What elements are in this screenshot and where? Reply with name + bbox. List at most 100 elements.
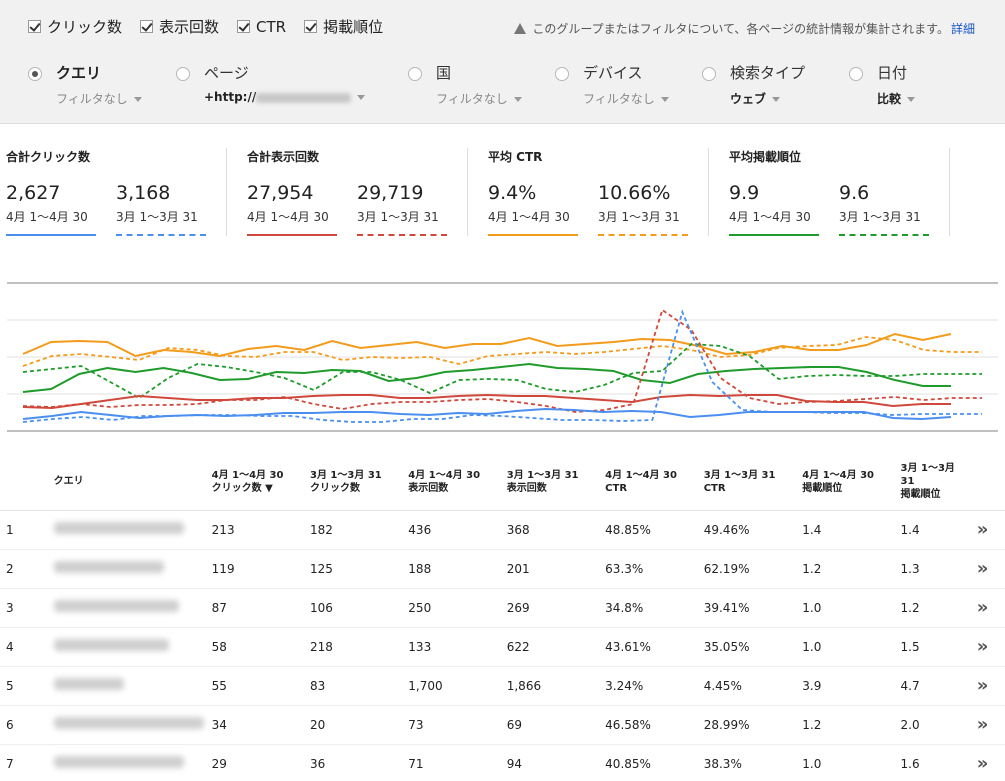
info-details-link[interactable]: 詳細 bbox=[951, 20, 975, 37]
prev-ctr-column-header[interactable]: 3月 1～3月 31 CTR bbox=[699, 454, 799, 511]
total-clicks-card[interactable]: 合計クリック数 2,627 4月 1～4月 30 3,168 3月 1～3月 3… bbox=[0, 138, 226, 236]
current-legend-line bbox=[729, 234, 819, 236]
cur-impressions-column-header[interactable]: 4月 1～4月 30 表示回数 bbox=[404, 454, 503, 511]
header-date: 3月 1～3月 31 bbox=[900, 463, 955, 488]
prev-clicks-column-header[interactable]: 3月 1～3月 31 クリック数 bbox=[305, 454, 405, 511]
average-ctr-card[interactable]: 平均 CTR 9.4% 4月 1～4月 30 10.66% 3月 1～3月 31 bbox=[482, 138, 708, 236]
caret-down-icon bbox=[133, 97, 142, 102]
cur-clicks-column-header[interactable]: 4月 1～4月 30 クリック数 ▼ bbox=[207, 454, 306, 511]
double-chevron-right-icon: » bbox=[976, 753, 989, 774]
metric-cell-cur-clicks: 58 bbox=[207, 627, 306, 667]
checkbox-checked-icon bbox=[140, 20, 154, 33]
filter-text: フィルタなし bbox=[583, 92, 655, 106]
total-current-value: 9.9 bbox=[729, 182, 760, 204]
prev-impressions-column-header[interactable]: 3月 1～3月 31 表示回数 bbox=[502, 454, 602, 511]
blurred-query-text bbox=[53, 522, 184, 534]
performance-line-chart[interactable] bbox=[7, 282, 998, 432]
chart-series-line bbox=[22, 407, 952, 421]
header-label: CTR bbox=[605, 482, 628, 494]
table-row[interactable]: 3 87 106 250 269 34.8% 39.41% 1.0 1.2 » bbox=[0, 588, 1005, 628]
row-action-button[interactable]: » bbox=[960, 666, 1005, 706]
query-cell[interactable] bbox=[49, 744, 208, 781]
radio-icon bbox=[702, 67, 716, 81]
table-row[interactable]: 7 29 36 71 94 40.85% 38.3% 1.0 1.6 » bbox=[0, 744, 1005, 781]
metric-cell-prev-pos: 1.6 bbox=[896, 744, 961, 781]
dimension-date-filter[interactable]: 比較 bbox=[877, 90, 916, 107]
dimension-search-type-filter[interactable]: ウェブ bbox=[730, 90, 781, 107]
impressions-checkbox[interactable]: 表示回数 bbox=[140, 16, 219, 37]
total-title: 合計クリック数 bbox=[6, 150, 91, 164]
metric-cell-cur-impr: 73 bbox=[404, 705, 503, 745]
metric-cell-prev-clicks: 83 bbox=[305, 666, 405, 706]
blurred-query-text bbox=[53, 756, 184, 768]
cur-position-column-header[interactable]: 4月 1～4月 30 掲載順位 bbox=[798, 454, 897, 511]
table-row[interactable]: 4 58 218 133 622 43.61% 35.05% 1.0 1.5 » bbox=[0, 627, 1005, 667]
row-action-button[interactable]: » bbox=[960, 588, 1005, 628]
row-action-button[interactable]: » bbox=[960, 705, 1005, 745]
header-date: 4月 1～4月 30 bbox=[408, 469, 481, 481]
metric-cell-cur-pos: 1.0 bbox=[798, 588, 897, 628]
average-position-card[interactable]: 平均掲載順位 9.9 4月 1～4月 30 9.6 3月 1～3月 31 bbox=[723, 138, 949, 236]
header-label: CTR bbox=[703, 482, 726, 494]
query-cell[interactable] bbox=[49, 588, 208, 628]
row-action-button[interactable]: » bbox=[960, 549, 1005, 589]
ctr-checkbox[interactable]: CTR bbox=[237, 16, 286, 37]
blurred-query-text bbox=[53, 678, 124, 690]
prev-position-column-header[interactable]: 3月 1～3月 31 掲載順位 bbox=[896, 454, 961, 511]
caret-down-icon bbox=[907, 97, 916, 102]
previous-legend-line bbox=[839, 234, 929, 236]
info-notice: このグループまたはフィルタについて、各ページの統計情報が集計されます。 詳細 bbox=[514, 20, 975, 37]
filter-text: 比較 bbox=[877, 92, 902, 106]
metric-cell-prev-ctr: 4.45% bbox=[699, 666, 799, 706]
double-chevron-right-icon: » bbox=[976, 558, 989, 579]
dimension-query-filter[interactable]: フィルタなし bbox=[56, 90, 142, 107]
query-cell[interactable] bbox=[49, 549, 208, 589]
metric-cell-cur-pos: 1.2 bbox=[798, 549, 897, 589]
warning-icon bbox=[514, 23, 527, 34]
row-action-button[interactable]: » bbox=[960, 627, 1005, 667]
metric-cell-cur-ctr: 46.58% bbox=[601, 705, 700, 745]
total-impressions-card[interactable]: 合計表示回数 27,954 4月 1～4月 30 29,719 3月 1～3月 … bbox=[241, 138, 467, 236]
header-date: 3月 1～3月 31 bbox=[309, 469, 382, 481]
metric-cell-cur-clicks: 55 bbox=[207, 666, 306, 706]
caret-down-icon bbox=[660, 97, 669, 102]
cur-ctr-column-header[interactable]: 4月 1～4月 30 CTR bbox=[601, 454, 700, 511]
total-previous-value: 3,168 bbox=[116, 182, 171, 204]
row-action-button[interactable]: » bbox=[960, 510, 1005, 550]
metric-cell-prev-ctr: 35.05% bbox=[699, 627, 799, 667]
table-row[interactable]: 1 213 182 436 368 48.85% 49.46% 1.4 1.4» bbox=[0, 510, 1005, 550]
row-index: 4 bbox=[0, 627, 50, 667]
metric-cell-cur-ctr: 48.85% bbox=[601, 510, 700, 550]
query-cell[interactable] bbox=[49, 666, 208, 706]
double-chevron-right-icon: » bbox=[976, 636, 989, 657]
total-current-value: 9.4% bbox=[488, 182, 537, 204]
table-row[interactable]: 5 55 83 1,700 1,866 3.24% 4.45% 3.9 4.7» bbox=[0, 666, 1005, 706]
query-column-header[interactable]: クエリ bbox=[49, 454, 208, 511]
metric-cell-prev-ctr: 62.19% bbox=[699, 549, 799, 589]
table-row[interactable]: 6 34 20 73 69 46.58% 28.99% 1.2 2.0 » bbox=[0, 705, 1005, 745]
position-checkbox[interactable]: 掲載順位 bbox=[304, 16, 383, 37]
total-current-value: 2,627 bbox=[6, 182, 61, 204]
header-label: クリック数 bbox=[309, 482, 360, 494]
row-action-button[interactable]: » bbox=[960, 744, 1005, 781]
blurred-query-text bbox=[53, 717, 204, 729]
dimension-page-filter[interactable]: +http:// bbox=[204, 90, 366, 104]
table-row[interactable]: 2 119 125 188 201 63.3% 62.19% 1.2 1.3 » bbox=[0, 549, 1005, 589]
metric-cell-prev-clicks: 20 bbox=[305, 705, 405, 745]
dimension-country-filter[interactable]: フィルタなし bbox=[436, 90, 522, 107]
filter-panel: クリック数 表示回数 CTR 掲載順位 このグループまたはフィルタについて、各ペ… bbox=[0, 0, 1005, 124]
radio-selected-icon bbox=[28, 67, 42, 81]
total-title: 平均 CTR bbox=[488, 150, 543, 164]
clicks-checkbox[interactable]: クリック数 bbox=[28, 16, 122, 37]
query-cell[interactable] bbox=[49, 510, 208, 550]
row-index: 6 bbox=[0, 705, 50, 745]
metric-cell-prev-clicks: 106 bbox=[305, 588, 405, 628]
radio-icon bbox=[849, 67, 863, 81]
query-cell[interactable] bbox=[49, 627, 208, 667]
metric-cell-prev-impr: 622 bbox=[502, 627, 602, 667]
metric-cell-prev-impr: 94 bbox=[502, 744, 602, 781]
metric-cell-prev-pos: 2.0 bbox=[896, 705, 961, 745]
radio-icon bbox=[555, 67, 569, 81]
query-cell[interactable] bbox=[49, 705, 208, 745]
dimension-device-filter[interactable]: フィルタなし bbox=[583, 90, 669, 107]
